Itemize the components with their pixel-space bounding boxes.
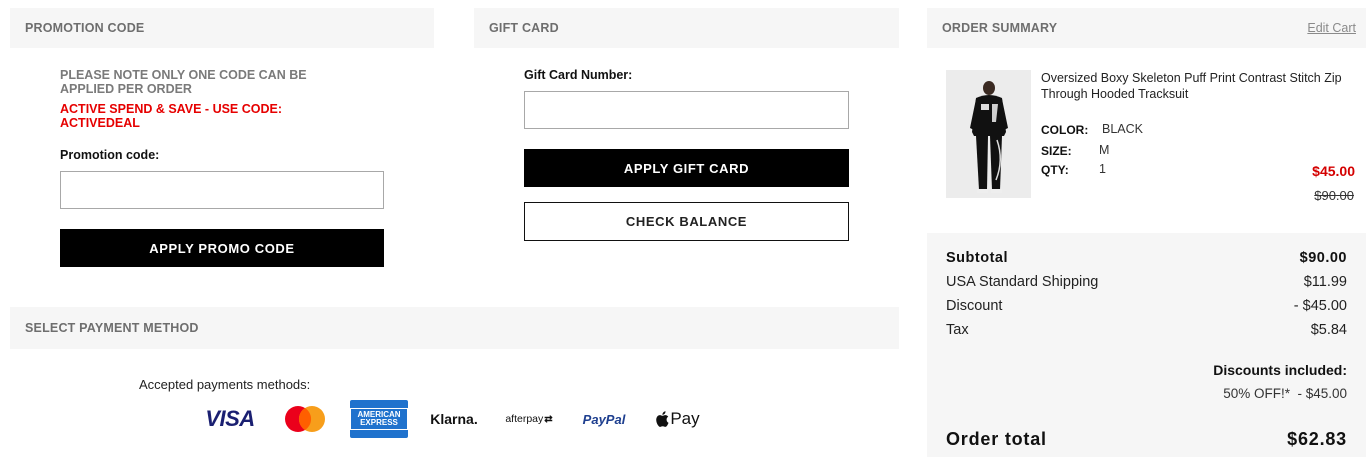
promotion-code-label: Promotion code: [60,148,160,162]
visa-logo-text: VISA [205,406,255,431]
check-balance-button[interactable]: CHECK BALANCE [524,202,849,241]
gift-card-header: GIFT CARD [474,8,899,48]
accepted-payments-label: Accepted payments methods: [139,377,311,392]
order-total-row: Order total $62.83 [946,429,1347,450]
promotion-code-heading: PROMOTION CODE [25,21,145,35]
promotion-code-header: PROMOTION CODE [10,8,434,48]
order-total-label: Order total [946,429,1047,449]
tax-value: $5.84 [1310,322,1347,338]
mastercard-logo [282,404,328,434]
promotion-code-input[interactable] [60,171,384,209]
afterpay-logo-text: afterpay [505,413,544,425]
shipping-value: $11.99 [1303,274,1347,290]
color-label: COLOR: [1041,123,1089,137]
amex-logo-text: AMERICAN EXPRESS [350,408,408,430]
paypal-logo-text: PayPal [582,411,626,427]
subtotal-label: Subtotal [946,250,1008,266]
gift-card-heading: GIFT CARD [489,21,559,35]
promo-note: PLEASE NOTE ONLY ONE CODE CAN BE APPLIED… [60,68,307,96]
mastercard-icon [285,406,325,432]
active-deal-notice: ACTIVE SPEND & SAVE - USE CODE: ACTIVEDE… [60,102,283,130]
color-value: BLACK [1102,122,1143,136]
edit-cart-link[interactable]: Edit Cart [1307,21,1356,35]
amex-logo: AMERICAN EXPRESS [350,400,408,438]
order-total-value: $62.83 [1287,429,1347,449]
tax-label: Tax [946,322,969,338]
product-sale-price: $45.00 [1312,163,1355,179]
klarna-logo-text: Klarna. [430,411,478,427]
applepay-logo-text: Pay [670,409,700,428]
order-summary-heading: ORDER SUMMARY [942,21,1058,35]
afterpay-logo: afterpay ⇄ [505,413,553,425]
order-summary-header: ORDER SUMMARY Edit Cart [927,8,1366,48]
qty-value: 1 [1099,162,1106,176]
shipping-label: USA Standard Shipping [946,274,1099,290]
applepay-logo: Pay [654,405,702,433]
apple-icon [656,411,669,427]
payment-method-header: SELECT PAYMENT METHOD [10,307,899,349]
product-image[interactable] [946,70,1031,198]
tax-row: Tax $5.84 [946,322,1347,338]
discount-row: Discount - $45.00 [946,298,1347,314]
gift-card-number-input[interactable] [524,91,849,129]
paypal-logo: PayPal [576,405,632,433]
product-thumbnail-icon [946,70,1031,198]
subtotal-row: Subtotal $90.00 [946,250,1347,266]
product-original-price: $90.00 [1314,188,1354,203]
klarna-logo: Klarna. [428,405,480,433]
discount-value: - $45.00 [1293,298,1347,314]
product-name[interactable]: Oversized Boxy Skeleton Puff Print Contr… [1041,70,1351,102]
apply-gift-card-button[interactable]: APPLY GIFT CARD [524,149,849,187]
qty-label: QTY: [1041,163,1069,177]
order-totals-panel: Subtotal $90.00 USA Standard Shipping $1… [927,233,1366,457]
discount-label: Discount [946,298,1003,314]
shipping-row: USA Standard Shipping $11.99 [946,274,1347,290]
gift-card-number-label: Gift Card Number: [524,68,633,82]
subtotal-value: $90.00 [1299,250,1347,266]
discounts-included-label: Discounts included: [1213,362,1347,378]
visa-logo: VISA [202,405,258,433]
size-value: M [1099,143,1110,157]
apply-promo-code-button[interactable]: APPLY PROMO CODE [60,229,384,267]
payment-method-heading: SELECT PAYMENT METHOD [25,321,199,335]
discount-line-item: 50% OFF!* - $45.00 [1223,386,1347,401]
size-label: SIZE: [1041,144,1072,158]
